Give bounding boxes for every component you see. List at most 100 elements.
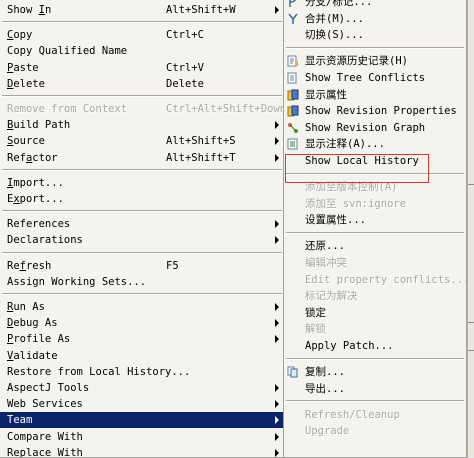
menu-item-label: Refactor (7, 151, 58, 164)
menu-separator (2, 210, 282, 213)
menu-item-label: Delete (7, 77, 45, 90)
menu-item-label: Upgrade (305, 425, 350, 438)
menu-item-validate[interactable]: Validate (0, 348, 284, 364)
menu-item-copy-qualified-name[interactable]: Copy Qualified Name (0, 43, 284, 59)
menu-item-label: Validate (7, 349, 58, 362)
menu-item-show-revision-graph[interactable]: Show Revision Graph (284, 120, 466, 136)
menu-item-accelerator: Ctrl+C (166, 29, 204, 42)
menu-item-assign-working-sets[interactable]: Assign Working Sets... (0, 274, 284, 290)
menu-item-refactor[interactable]: Refactor Alt+Shift+T (0, 150, 284, 166)
menu-item-restore-from-local-history[interactable]: Restore from Local History... (0, 364, 284, 380)
annotate-icon (287, 138, 299, 150)
menu-item-label: Import... (7, 176, 64, 189)
menu-item-item[interactable]: 设置属性... (284, 212, 466, 228)
menu-item-replace-with[interactable]: Replace With (0, 445, 284, 457)
menu-item-label: Remove from Context (7, 103, 128, 115)
menu-item-item: 标记为解决 (284, 288, 466, 304)
history-icon (287, 55, 299, 67)
menu-item-label: Team (7, 414, 33, 427)
menu-item-copy[interactable]: Copy Ctrl+C (0, 27, 284, 43)
menu-item-label: Debug As (7, 317, 58, 330)
menu-item-item: 解锁 (284, 321, 466, 337)
menu-item-item[interactable]: 导出... (284, 381, 466, 397)
menu-item-label: 锁定 (305, 306, 326, 319)
menu-item-label: Show Tree Conflicts (305, 71, 426, 84)
conflict-icon (287, 72, 299, 84)
menu-item-label: Refresh/Cleanup (305, 408, 400, 421)
menu-item-accelerator: F5 (166, 259, 179, 272)
menu-item-debug-as[interactable]: Debug As (0, 315, 284, 331)
submenu-arrow-icon (275, 6, 279, 14)
menu-item-profile-as[interactable]: Profile As (0, 331, 284, 347)
menu-item-item: 编辑冲突 (284, 255, 466, 271)
menu-separator (2, 95, 282, 97)
menu-item-accelerator: Alt+Shift+T (166, 151, 236, 164)
menu-item-label: 添加至 svn:ignore (305, 197, 407, 210)
menu-item-show-in[interactable]: Show In Alt+Shift+W (0, 2, 284, 18)
menu-item-label: Edit property conflicts... (305, 273, 467, 286)
menu-item-paste[interactable]: Paste Ctrl+V (0, 60, 284, 76)
menu-item-label: 显示属性 (305, 88, 347, 101)
menu-item-label: Profile As (7, 333, 71, 346)
menu-item-item[interactable]: 分支/标记... (284, 0, 466, 10)
submenu-arrow-icon (275, 432, 279, 441)
menu-item-aspectj-tools[interactable]: AspectJ Tools (0, 380, 284, 396)
menu-item-accelerator: Ctrl+Alt+Shift+Down (166, 103, 285, 115)
menu-item-label: 标记为解决 (305, 290, 358, 303)
menu-item-team[interactable]: Team (0, 412, 284, 429)
menu-item-label: Copy Qualified Name (7, 45, 128, 58)
menu-item-item[interactable]: 锁定 (284, 305, 466, 321)
menu-item-label: Show In (7, 4, 52, 16)
menu-item-item[interactable]: 显示属性 (284, 87, 466, 103)
menu-item-export[interactable]: Export... (0, 191, 284, 207)
highlight-annotation-box (285, 154, 429, 183)
menu-item-delete[interactable]: Delete Delete (0, 76, 284, 92)
menu-item-import[interactable]: Import... (0, 175, 284, 191)
menu-item-item[interactable]: 复制... (284, 364, 466, 380)
menu-item-edit-property-conflicts: Edit property conflicts... (284, 272, 466, 288)
menu-item-references[interactable]: References (0, 216, 284, 232)
menu-item-label: References (7, 218, 71, 231)
menu-item-refresh[interactable]: Refresh F5 (0, 258, 284, 274)
menu-item-source[interactable]: Source Alt+Shift+S (0, 133, 284, 149)
menu-item-label: 设置属性... (305, 214, 366, 227)
submenu-arrow-icon (275, 384, 279, 392)
menu-item-label: Compare With (7, 430, 83, 443)
menu-item-label: 分支/标记... (305, 0, 373, 8)
menu-item-compare-with[interactable]: Compare With (0, 429, 284, 445)
menu-item-build-path[interactable]: Build Path (0, 117, 284, 133)
properties-icon (287, 89, 299, 101)
menu-separator (286, 400, 464, 403)
revision-graph-icon (287, 122, 299, 134)
menu-item-show-revision-properties[interactable]: Show Revision Properties (284, 103, 466, 119)
menu-item-label: Source (7, 135, 45, 148)
menu-item-h[interactable]: 显示资源历史记录(H) (284, 53, 466, 69)
menu-item-refresh-cleanup: Refresh/Cleanup (284, 407, 466, 423)
menu-item-label: Run As (7, 301, 45, 313)
menu-item-show-tree-conflicts[interactable]: Show Tree Conflicts (284, 70, 466, 86)
menu-item-web-services[interactable]: Web Services (0, 396, 284, 412)
menu-item-item[interactable]: 还原... (284, 238, 466, 254)
menu-item-declarations[interactable]: Declarations (0, 232, 284, 248)
submenu-arrow-icon (275, 236, 279, 245)
menu-item-s[interactable]: 切换(S)... (284, 27, 466, 43)
menu-item-run-as[interactable]: Run As (0, 299, 284, 315)
menu-item-apply-patch[interactable]: Apply Patch... (284, 338, 466, 354)
background-window-edge (467, 0, 474, 458)
menu-item-m[interactable]: 合并(M)... (284, 11, 466, 27)
branch-icon (287, 0, 299, 8)
menu-item-label: Web Services (7, 398, 83, 411)
menu-item-label: 显示注释(A)... (305, 138, 385, 151)
submenu-arrow-icon (275, 220, 279, 229)
menu-item-a[interactable]: 显示注释(A)... (284, 136, 466, 152)
context-menu: Show In Alt+Shift+W Copy Ctrl+C Copy Qualifi… (0, 0, 285, 458)
merge-icon (287, 13, 299, 25)
submenu-arrow-icon (275, 400, 279, 409)
menu-item-label: 合并(M)... (305, 12, 364, 25)
menu-item-label: 还原... (305, 240, 345, 253)
menu-item-label: 解锁 (305, 323, 326, 336)
submenu-arrow-icon (275, 448, 279, 457)
menu-separator (2, 168, 282, 171)
team-submenu: 分支/标记... 合并(M)... 切换(S)... 显示资源历史记录(H) Show … (283, 0, 467, 458)
menu-item-accelerator: Ctrl+V (166, 61, 204, 74)
